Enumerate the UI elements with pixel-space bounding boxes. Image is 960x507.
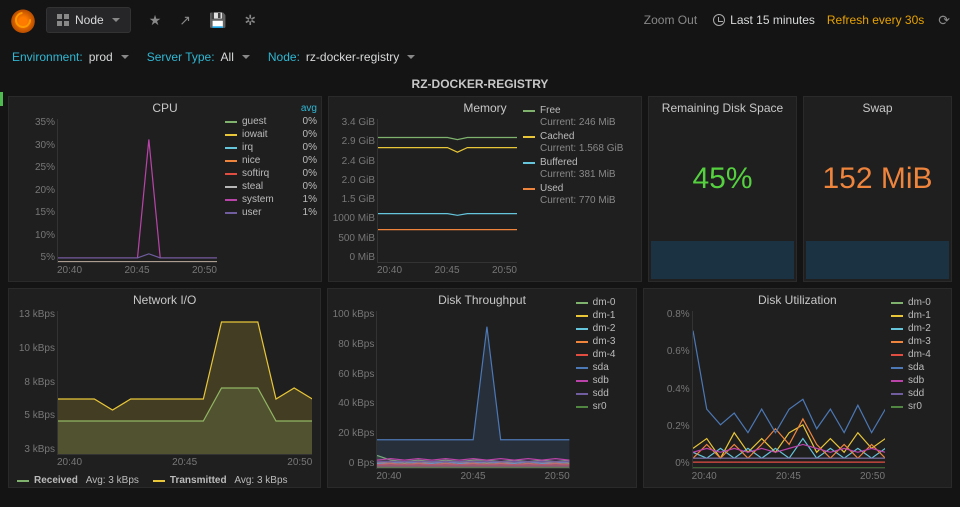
legend: avg guest0% iowait0% irq0% nice0% softirq0% s… bbox=[225, 103, 317, 220]
legend-item[interactable]: sr0 bbox=[576, 401, 632, 412]
clock-icon bbox=[713, 14, 725, 26]
x-axis: 20:4020:4520:50 bbox=[376, 471, 569, 483]
chevron-down-icon bbox=[112, 18, 120, 22]
legend-item[interactable]: Used bbox=[523, 183, 637, 194]
legend-item[interactable]: Received Avg: 3 kBps bbox=[17, 475, 139, 486]
x-axis: 20:4020:4520:50 bbox=[57, 457, 312, 469]
legend-item[interactable]: Transmitted Avg: 3 kBps bbox=[153, 475, 288, 486]
x-axis: 20:4020:4520:50 bbox=[692, 471, 885, 483]
panel-network-io[interactable]: Network I/O 13 kBps10 kBps8 kBps5 kBps3 … bbox=[8, 288, 321, 488]
panel-cpu[interactable]: CPU 35%30%25%20%15%10%5% 20:4020:4520:50… bbox=[8, 96, 322, 282]
panel-memory[interactable]: Memory 3.4 GiB2.9 GiB2.4 GiB2.0 GiB1.5 G… bbox=[328, 96, 642, 282]
share-icon[interactable]: ↗ bbox=[179, 12, 191, 29]
legend-item[interactable]: dm-2 bbox=[891, 323, 947, 334]
legend-item[interactable]: dm-1 bbox=[891, 310, 947, 321]
save-icon[interactable]: 💾 bbox=[209, 12, 226, 29]
settings-icon[interactable]: ✲ bbox=[244, 12, 256, 29]
y-axis: 100 kBps80 kBps60 kBps40 kBps20 kBps0 Bp… bbox=[330, 309, 376, 469]
legend-item[interactable]: nice0% bbox=[225, 155, 317, 166]
legend-item[interactable]: dm-2 bbox=[576, 323, 632, 334]
chevron-down-icon bbox=[407, 55, 415, 59]
row-2: Network I/O 13 kBps10 kBps8 kBps5 kBps3 … bbox=[8, 288, 952, 488]
x-axis: 20:4020:4520:50 bbox=[377, 265, 517, 277]
time-range-picker[interactable]: Last 15 minutes bbox=[713, 13, 815, 27]
panel-title: Network I/O bbox=[9, 289, 320, 309]
legend-item[interactable]: dm-4 bbox=[576, 349, 632, 360]
singlestat-value: 45% bbox=[649, 117, 796, 241]
top-nav: Node ★ ↗ 💾 ✲ Zoom Out Last 15 minutes Re… bbox=[0, 0, 960, 40]
y-axis: 35%30%25%20%15%10%5% bbox=[11, 117, 57, 263]
chevron-down-icon bbox=[242, 55, 250, 59]
template-variables: Environment: prod Server Type: All Node:… bbox=[0, 40, 960, 74]
x-axis: 20:4020:4520:50 bbox=[57, 265, 217, 277]
plot-area bbox=[377, 119, 517, 263]
legend: dm-0 dm-1 dm-2 dm-3 dm-4 sda sdb sdd sr0 bbox=[576, 295, 632, 414]
time-range-label: Last 15 minutes bbox=[730, 13, 815, 27]
legend: FreeCurrent: 246 MiBCachedCurrent: 1.568… bbox=[523, 103, 637, 209]
legend-item[interactable]: user1% bbox=[225, 207, 317, 218]
legend-item[interactable]: sdb bbox=[576, 375, 632, 386]
legend: dm-0 dm-1 dm-2 dm-3 dm-4 sda sdb sdd sr0 bbox=[891, 295, 947, 414]
star-icon[interactable]: ★ bbox=[149, 12, 162, 29]
plot-area bbox=[57, 311, 312, 455]
panel-swap[interactable]: Swap 152 MiB bbox=[803, 96, 952, 282]
var-environment[interactable]: Environment: prod bbox=[12, 50, 129, 64]
grid-icon bbox=[57, 14, 69, 26]
legend-item[interactable]: dm-0 bbox=[576, 297, 632, 308]
panel-title: Swap bbox=[804, 97, 951, 117]
legend-item[interactable]: iowait0% bbox=[225, 129, 317, 140]
legend-item[interactable]: steal0% bbox=[225, 181, 317, 192]
legend-item[interactable]: system1% bbox=[225, 194, 317, 205]
legend-item[interactable]: softirq0% bbox=[225, 168, 317, 179]
y-axis: 0.8%0.6%0.4%0.2%0% bbox=[646, 309, 692, 469]
panel-disk-throughput[interactable]: Disk Throughput 100 kBps80 kBps60 kBps40… bbox=[327, 288, 636, 488]
plot-area bbox=[57, 119, 217, 263]
plot-area bbox=[376, 311, 569, 469]
row-handle[interactable] bbox=[0, 92, 3, 106]
row-1: CPU 35%30%25%20%15%10%5% 20:4020:4520:50… bbox=[8, 96, 952, 282]
sparkline bbox=[651, 241, 794, 279]
chevron-down-icon bbox=[121, 55, 129, 59]
var-server-type[interactable]: Server Type: All bbox=[147, 50, 250, 64]
legend-item[interactable]: irq0% bbox=[225, 142, 317, 153]
row-title: RZ-DOCKER-REGISTRY bbox=[8, 77, 952, 91]
legend-item[interactable]: dm-0 bbox=[891, 297, 947, 308]
dashboard-picker[interactable]: Node bbox=[46, 7, 131, 33]
legend-item[interactable]: sda bbox=[576, 362, 632, 373]
legend-item[interactable]: Buffered bbox=[523, 157, 637, 168]
panel-title: Remaining Disk Space bbox=[649, 97, 796, 117]
legend-header: avg bbox=[225, 103, 317, 114]
legend-item[interactable]: Free bbox=[523, 105, 637, 116]
legend-item[interactable]: dm-4 bbox=[891, 349, 947, 360]
refresh-icon[interactable]: ⟳ bbox=[938, 12, 950, 29]
y-axis: 13 kBps10 kBps8 kBps5 kBps3 kBps bbox=[11, 309, 57, 455]
legend-item[interactable]: sr0 bbox=[891, 401, 947, 412]
panel-disk-utilization[interactable]: Disk Utilization 0.8%0.6%0.4%0.2%0% 20:4… bbox=[643, 288, 952, 488]
legend: Received Avg: 3 kBps Transmitted Avg: 3 k… bbox=[17, 475, 312, 486]
sparkline bbox=[806, 241, 949, 279]
singlestat-value: 152 MiB bbox=[804, 117, 951, 241]
legend-item[interactable]: sdd bbox=[891, 388, 947, 399]
zoom-out-button[interactable]: Zoom Out bbox=[644, 13, 697, 27]
panel-disk-space[interactable]: Remaining Disk Space 45% bbox=[648, 96, 797, 282]
plot-area bbox=[692, 311, 885, 469]
dashboard-name: Node bbox=[75, 13, 104, 27]
grafana-logo-icon[interactable] bbox=[10, 7, 36, 33]
legend-item[interactable]: dm-1 bbox=[576, 310, 632, 321]
legend-item[interactable]: sdd bbox=[576, 388, 632, 399]
legend-item[interactable]: sdb bbox=[891, 375, 947, 386]
refresh-interval[interactable]: Refresh every 30s bbox=[827, 13, 924, 27]
legend-item[interactable]: sda bbox=[891, 362, 947, 373]
var-node[interactable]: Node: rz-docker-registry bbox=[268, 50, 415, 64]
legend-item[interactable]: dm-3 bbox=[576, 336, 632, 347]
y-axis: 3.4 GiB2.9 GiB2.4 GiB2.0 GiB1.5 GiB1000 … bbox=[331, 117, 377, 263]
legend-item[interactable]: guest0% bbox=[225, 116, 317, 127]
legend-item[interactable]: Cached bbox=[523, 131, 637, 142]
legend-item[interactable]: dm-3 bbox=[891, 336, 947, 347]
